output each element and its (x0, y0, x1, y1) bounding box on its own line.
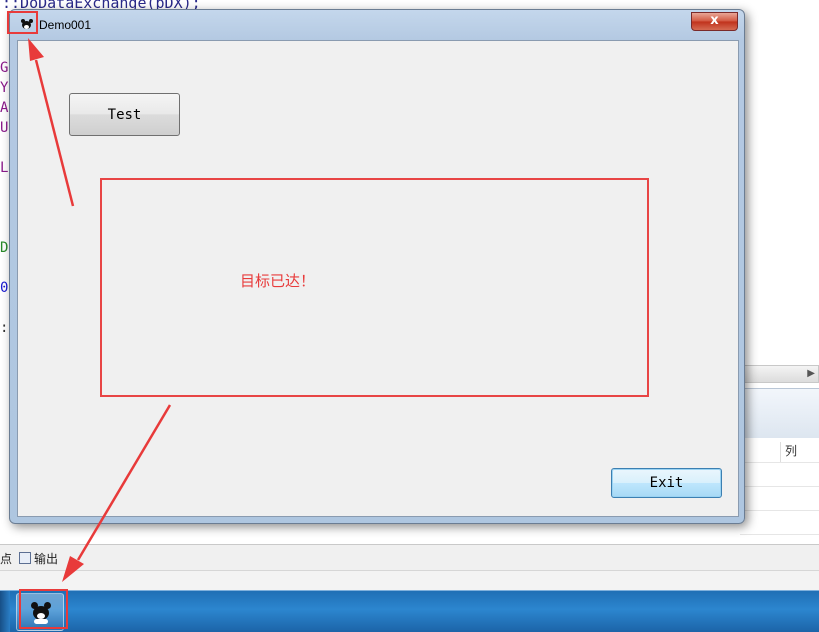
margin-char: U (0, 120, 9, 136)
grid-column-header[interactable]: 列 (780, 442, 819, 462)
grid-line (740, 486, 819, 487)
scroll-right-arrow-icon[interactable]: ▶ (807, 368, 815, 379)
taskbar-start-edge[interactable] (0, 591, 10, 632)
margin-char: 0 (0, 280, 9, 296)
margin-char: L (0, 160, 9, 176)
tab-breakpoints-label: 点 (0, 551, 13, 566)
tab-breakpoints[interactable]: 点 (0, 549, 12, 567)
grid-line (740, 510, 819, 511)
ide-status-bar (0, 570, 819, 590)
exit-button[interactable]: Exit (611, 468, 722, 498)
output-window-icon (19, 552, 31, 564)
highlight-box-taskbar-icon (19, 589, 68, 629)
margin-char: : (0, 320, 9, 336)
ide-grid: 列 (740, 440, 819, 540)
tab-output[interactable]: 输出 (19, 549, 58, 567)
test-button[interactable]: Test (69, 93, 180, 136)
grid-line (740, 462, 819, 463)
status-frame: 目标已达！ (100, 178, 649, 397)
highlight-box-title-icon (7, 11, 38, 34)
grid-line (740, 534, 819, 535)
close-button[interactable]: x (691, 12, 738, 31)
status-text: 目标已达！ (240, 272, 316, 290)
title-bar[interactable]: Demo001 x (10, 10, 744, 40)
ide-horizontal-scrollbar[interactable]: ▶ (740, 365, 819, 383)
window-title: Demo001 (39, 18, 92, 32)
margin-char: G (0, 60, 9, 76)
margin-char: D (0, 240, 9, 256)
margin-char: Y (0, 80, 9, 96)
ide-bottom-tabs: 点 输出 (0, 544, 819, 570)
demo-dialog-window: Demo001 x Test 目标已达！ Exit (9, 9, 745, 524)
taskbar (0, 590, 819, 632)
dialog-client-area: Test 目标已达！ Exit (17, 40, 739, 517)
tab-output-label: 输出 (34, 551, 59, 566)
ide-panel-header (740, 388, 819, 438)
margin-char: A (0, 100, 9, 116)
